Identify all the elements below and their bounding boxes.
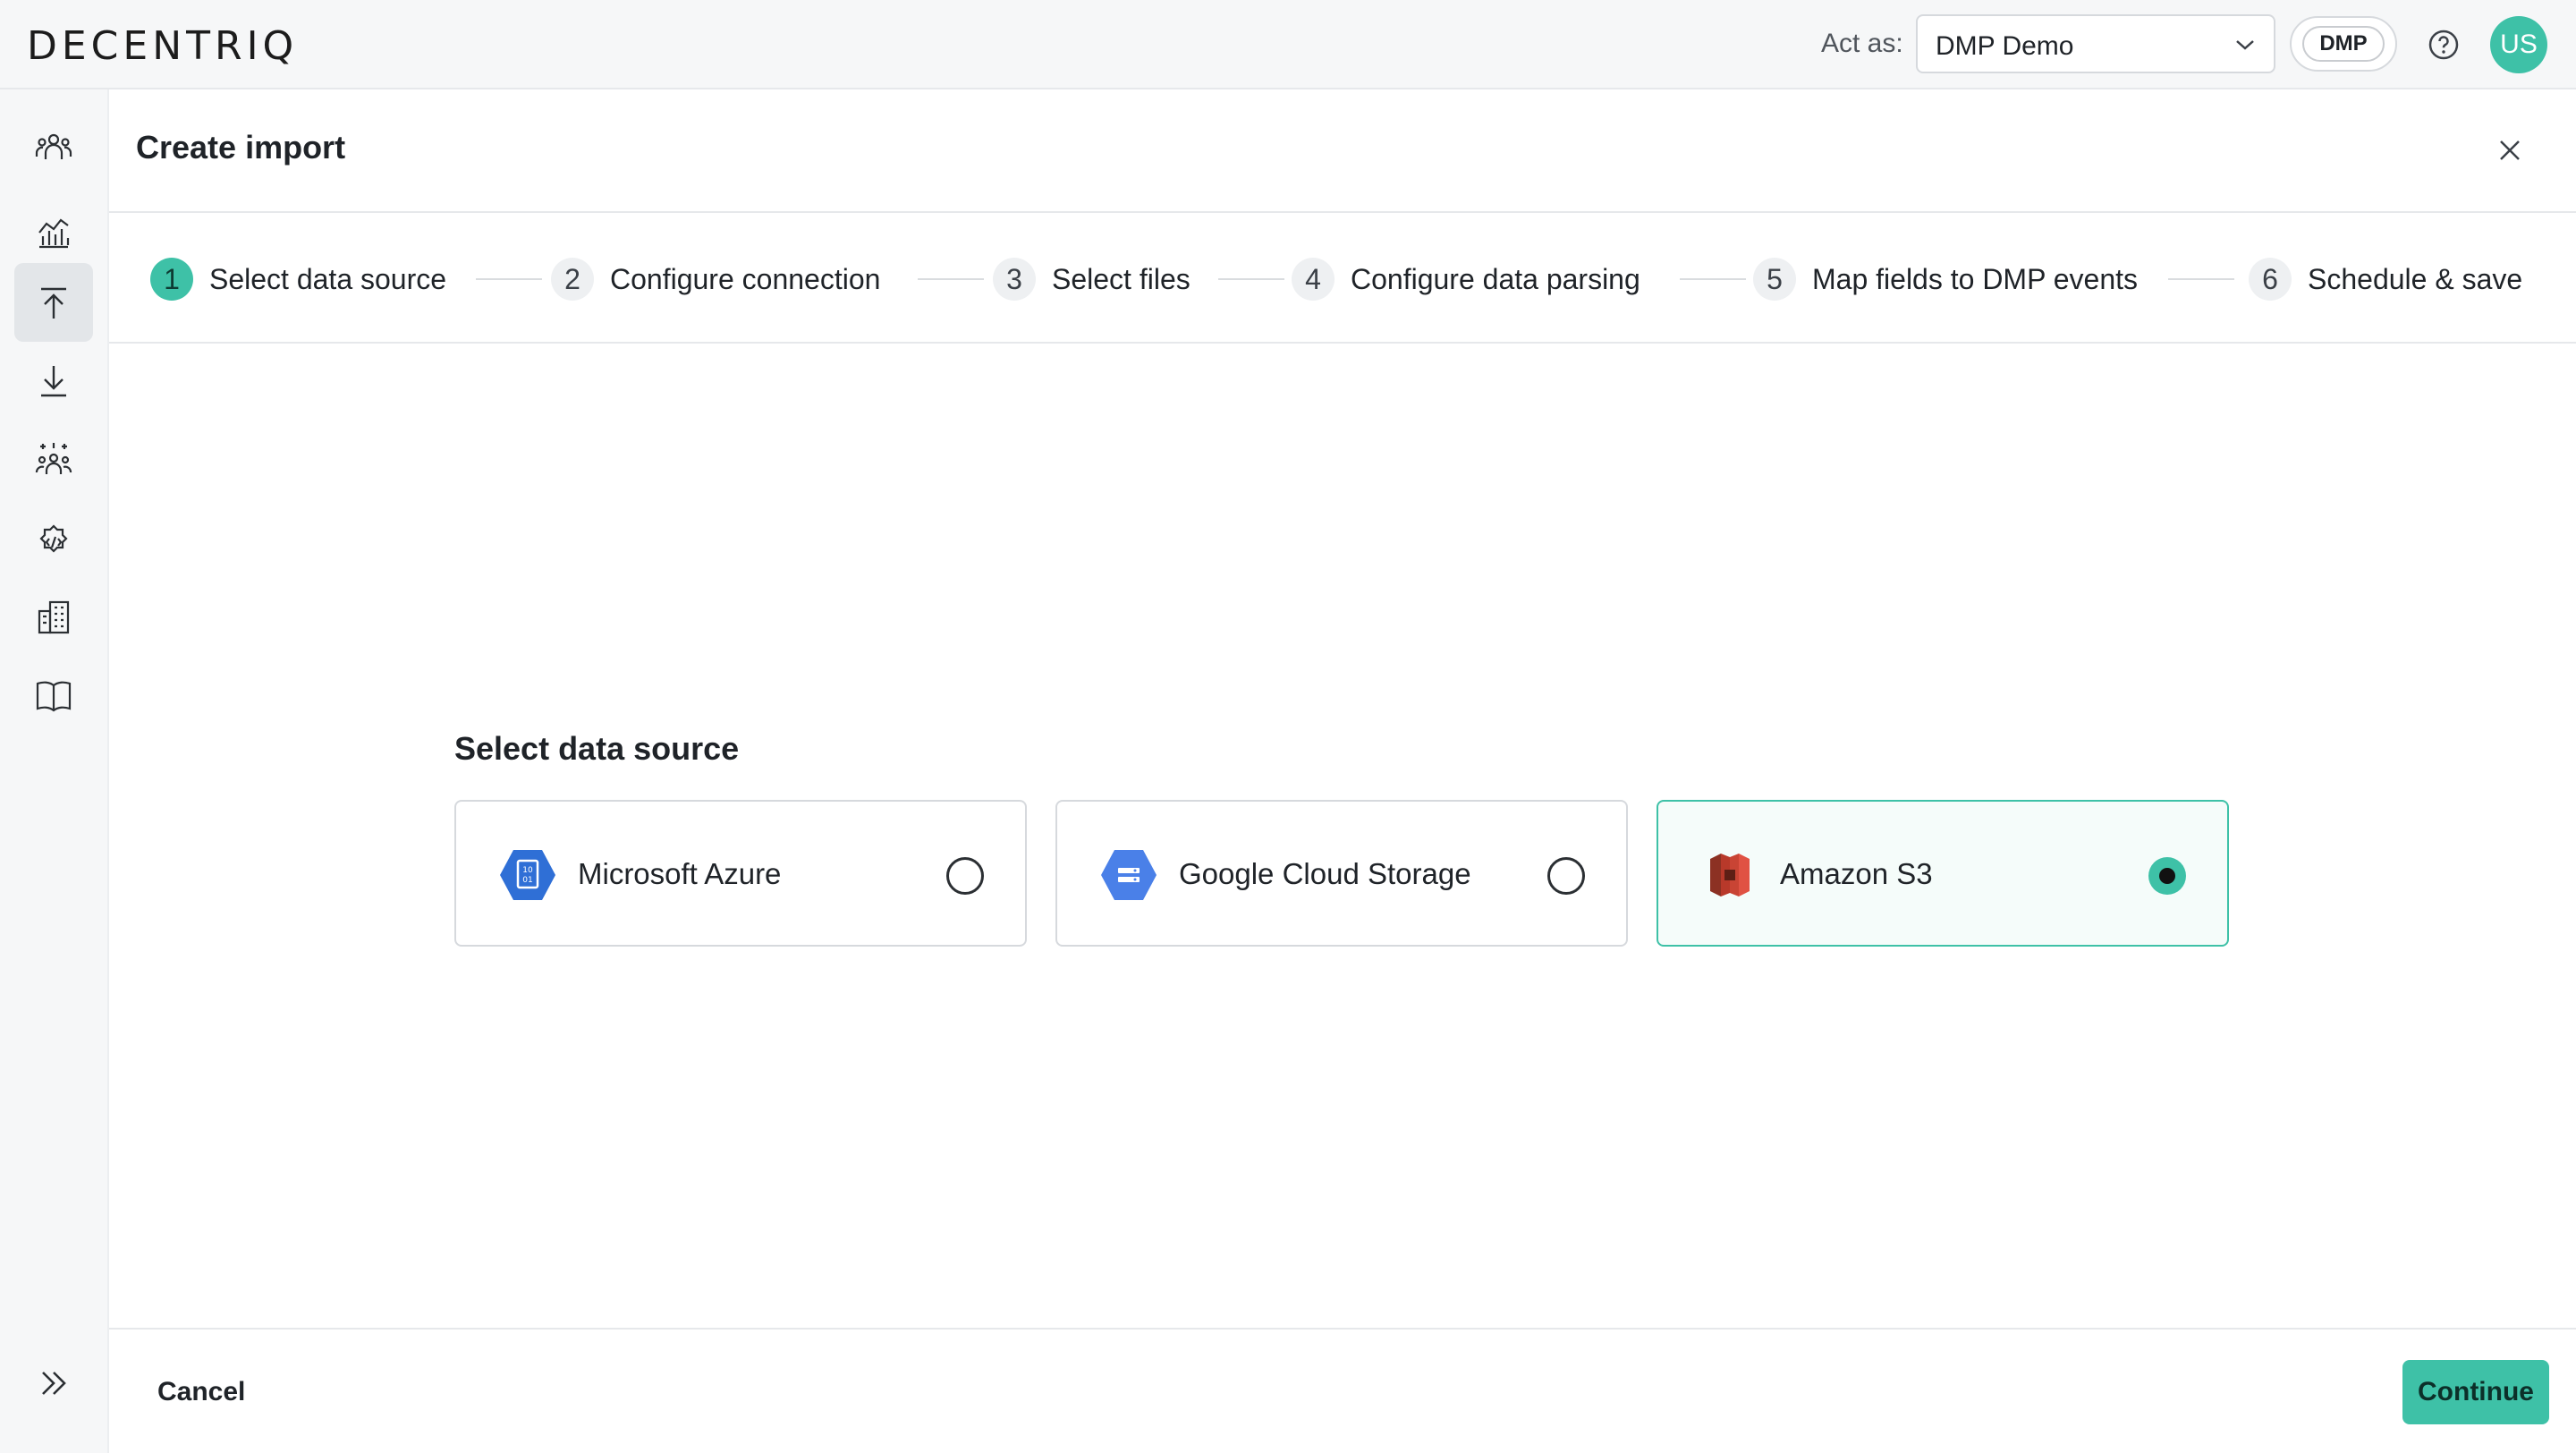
- sidebar-item-developer[interactable]: [14, 499, 93, 578]
- step-map-fields: 5 Map fields to DMP events: [1753, 258, 2138, 301]
- sidebar-item-people[interactable]: [14, 107, 93, 186]
- step-number: 4: [1292, 258, 1335, 301]
- act-as-select[interactable]: DMP Demo: [1916, 14, 2275, 73]
- step-label: Schedule & save: [2308, 262, 2523, 295]
- source-radio[interactable]: [946, 857, 984, 895]
- help-icon[interactable]: [2428, 29, 2460, 61]
- book-icon: [36, 681, 72, 712]
- section-title: Select data source: [454, 730, 740, 767]
- source-label: Amazon S3: [1780, 857, 1933, 890]
- sidebar-item-docs[interactable]: [14, 657, 93, 735]
- source-label: Microsoft Azure: [578, 857, 782, 890]
- download-icon: [41, 366, 66, 397]
- step-label: Map fields to DMP events: [1812, 262, 2139, 295]
- source-card-s3[interactable]: Amazon S3: [1657, 800, 2229, 947]
- source-card-azure[interactable]: 10 01 Microsoft Azure: [454, 800, 1027, 947]
- step-connector: [476, 278, 542, 280]
- stepper: 1 Select data source 2 Configure connect…: [109, 213, 2576, 342]
- source-radio-selected[interactable]: [2148, 857, 2186, 895]
- cancel-button[interactable]: Cancel: [136, 1364, 267, 1421]
- step-number: 5: [1753, 258, 1796, 301]
- product-badge: DMP: [2302, 26, 2385, 62]
- analytics-icon: [38, 218, 70, 249]
- logo: DECENTRIQ: [27, 23, 299, 69]
- act-as-label: Act as:: [1821, 29, 1903, 58]
- continue-button[interactable]: Continue: [2402, 1360, 2549, 1424]
- developer-settings-icon: [39, 524, 68, 553]
- close-icon[interactable]: [2494, 134, 2526, 166]
- sidebar: [0, 89, 109, 1453]
- buildings-icon: [38, 600, 70, 634]
- avatar[interactable]: US: [2490, 16, 2547, 73]
- top-bar: DECENTRIQ Act as: DMP Demo DMP US: [0, 0, 2576, 89]
- source-card-gcs[interactable]: Google Cloud Storage: [1055, 800, 1628, 947]
- sidebar-expand-button[interactable]: [14, 1344, 93, 1423]
- sidebar-item-audiences[interactable]: [14, 421, 93, 499]
- step-connector: [2168, 278, 2234, 280]
- stepper-divider: [109, 342, 2576, 344]
- step-configure-connection: 2 Configure connection: [551, 258, 880, 301]
- step-label: Select files: [1052, 262, 1191, 295]
- step-number: 2: [551, 258, 594, 301]
- azure-storage-icon: 10 01: [500, 850, 555, 900]
- step-number: 1: [150, 258, 193, 301]
- amazon-s3-icon: [1710, 854, 1750, 896]
- step-connector: [918, 278, 984, 280]
- source-radio[interactable]: [1547, 857, 1585, 895]
- audiences-icon: [35, 443, 72, 474]
- step-number: 3: [993, 258, 1036, 301]
- act-as-value: DMP Demo: [1936, 31, 2074, 61]
- upload-icon: [41, 287, 66, 319]
- create-import-panel: Create import 1 Select data source 2 Con…: [109, 89, 2576, 1453]
- page-title: Create import: [136, 129, 346, 166]
- step-select-data-source: 1 Select data source: [150, 258, 446, 301]
- svg-text:10: 10: [522, 866, 533, 875]
- step-configure-data-parsing: 4 Configure data parsing: [1292, 258, 1640, 301]
- sidebar-item-analytics[interactable]: [14, 193, 93, 272]
- step-number: 6: [2249, 258, 2292, 301]
- double-chevron-right-icon: [42, 1372, 66, 1395]
- step-label: Configure data parsing: [1351, 262, 1640, 295]
- footer-divider: [109, 1328, 2576, 1330]
- sidebar-item-exports[interactable]: [14, 342, 93, 421]
- sidebar-item-imports[interactable]: [14, 263, 93, 342]
- step-connector: [1680, 278, 1746, 280]
- step-connector: [1218, 278, 1284, 280]
- people-icon: [35, 133, 72, 159]
- step-label: Select data source: [209, 262, 447, 295]
- step-label: Configure connection: [610, 262, 881, 295]
- google-cloud-storage-icon: [1101, 850, 1157, 900]
- sidebar-item-organizations[interactable]: [14, 578, 93, 657]
- chevron-down-icon: [2236, 40, 2254, 50]
- step-schedule-save: 6 Schedule & save: [2249, 258, 2522, 301]
- svg-text:01: 01: [522, 876, 532, 885]
- source-label: Google Cloud Storage: [1179, 857, 1471, 890]
- step-select-files: 3 Select files: [993, 258, 1191, 301]
- product-switcher[interactable]: DMP: [2290, 16, 2397, 72]
